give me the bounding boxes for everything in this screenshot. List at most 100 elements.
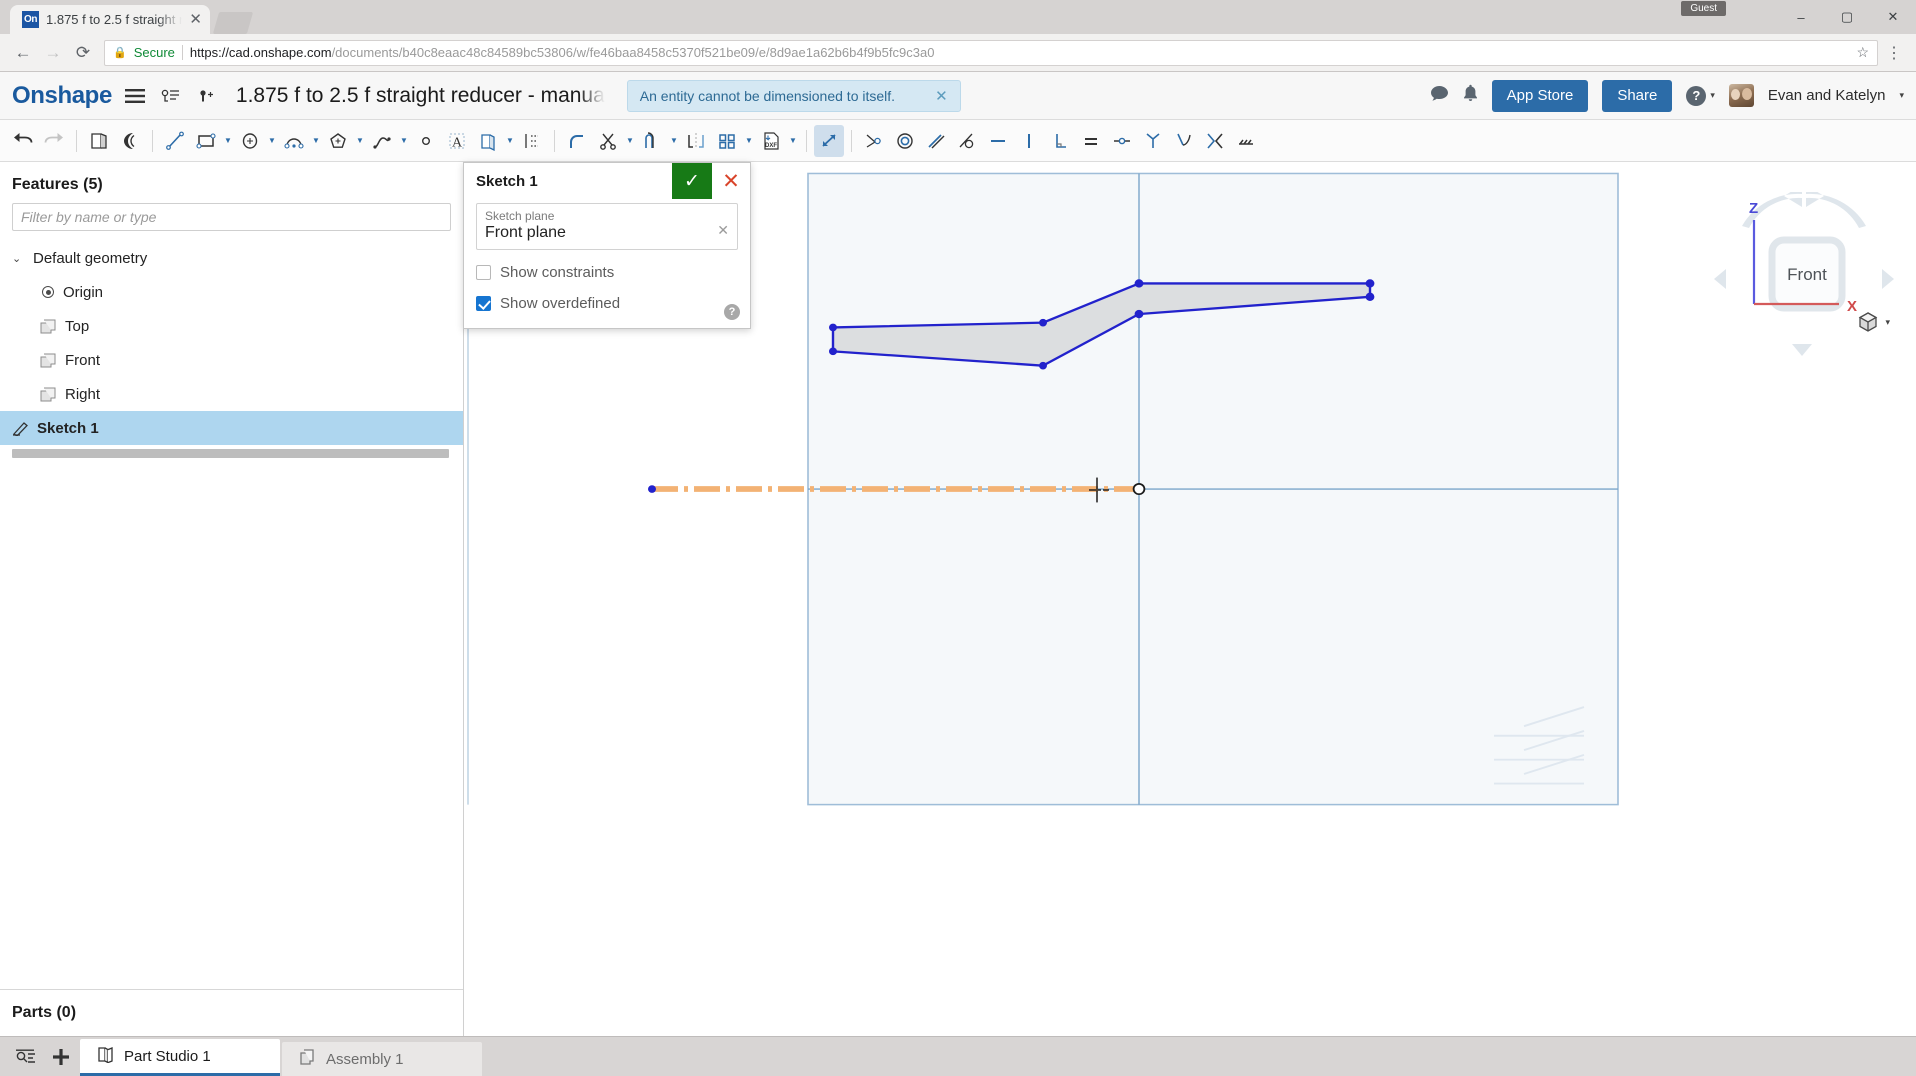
new-tab-button[interactable]: [212, 12, 254, 34]
share-button[interactable]: Share: [1602, 79, 1673, 112]
user-menu-chevron-icon[interactable]: ▾: [1899, 90, 1904, 101]
sketch-plane-field[interactable]: Sketch plane Front plane ✕: [476, 203, 738, 250]
cancel-button[interactable]: ✕: [712, 163, 750, 199]
concentric-constraint-icon[interactable]: [890, 125, 920, 157]
tree-item-top[interactable]: Top: [0, 309, 463, 343]
view-orientation-widget[interactable]: Front Z X: [1714, 185, 1894, 362]
document-tree-icon[interactable]: [158, 83, 184, 109]
chevron-down-icon[interactable]: ▼: [310, 136, 322, 145]
tangent-constraint-icon[interactable]: [952, 125, 982, 157]
spline-tool-icon[interactable]: [367, 125, 397, 157]
perpendicular-constraint-icon[interactable]: [1045, 125, 1075, 157]
chevron-down-icon[interactable]: ▼: [398, 136, 410, 145]
chevron-down-icon[interactable]: ▼: [787, 136, 799, 145]
clear-icon[interactable]: ✕: [717, 221, 729, 238]
arc-tool-icon[interactable]: [279, 125, 309, 157]
app-store-button[interactable]: App Store: [1491, 79, 1589, 112]
line-tool-icon[interactable]: [160, 125, 190, 157]
tree-item-sketch-1[interactable]: Sketch 1: [0, 411, 463, 445]
chevron-down-icon[interactable]: ⌄: [12, 252, 24, 265]
menu-hamburger-icon[interactable]: [122, 83, 148, 109]
forward-icon[interactable]: →: [40, 40, 66, 66]
onshape-logo[interactable]: Onshape: [12, 82, 112, 110]
construction-line-endpoint[interactable]: [648, 485, 656, 493]
undo-icon[interactable]: [8, 125, 38, 157]
chevron-down-icon[interactable]: ▼: [222, 136, 234, 145]
sketch-plane-label: Sketch plane: [485, 209, 555, 223]
bottom-tab-assembly-1[interactable]: Assembly 1: [282, 1042, 482, 1076]
show-constraints-checkbox[interactable]: Show constraints: [476, 264, 738, 281]
chevron-down-icon[interactable]: ▼: [504, 136, 516, 145]
extrude-icon[interactable]: [115, 125, 145, 157]
back-icon[interactable]: ←: [10, 40, 36, 66]
point-tool-icon[interactable]: [411, 125, 441, 157]
parallel-constraint-icon[interactable]: [1138, 125, 1168, 157]
horizontal-constraint-icon[interactable]: [983, 125, 1013, 157]
tree-item-right[interactable]: Right: [0, 377, 463, 411]
redo-icon[interactable]: [39, 125, 69, 157]
chevron-down-icon[interactable]: ▼: [354, 136, 366, 145]
document-title[interactable]: 1.875 f to 2.5 f straight reducer - manu…: [236, 84, 605, 108]
tab-search-icon[interactable]: [8, 1038, 42, 1076]
help-icon[interactable]: ?: [724, 304, 740, 320]
add-tab-button[interactable]: [44, 1038, 78, 1076]
import-dxf-icon[interactable]: DXF: [756, 125, 786, 157]
vertical-constraint-icon[interactable]: [1014, 125, 1044, 157]
tree-item-origin[interactable]: Origin: [0, 275, 463, 309]
close-icon[interactable]: ✕: [189, 12, 202, 27]
coincident-constraint-icon[interactable]: [859, 125, 889, 157]
address-bar[interactable]: 🔒 Secure https://cad.onshape.com/documen…: [104, 39, 1878, 66]
new-sketch-icon[interactable]: [84, 125, 114, 157]
midpoint-constraint-icon[interactable]: [1107, 125, 1137, 157]
display-mode-control[interactable]: ▾: [1856, 310, 1890, 334]
text-tool-icon[interactable]: A: [442, 125, 472, 157]
reload-icon[interactable]: ⟳: [70, 40, 96, 66]
browser-tab[interactable]: On 1.875 f to 2.5 f straight re ✕: [10, 5, 210, 34]
fillet-tool-icon[interactable]: [562, 125, 592, 157]
chevron-down-icon[interactable]: ▼: [266, 136, 278, 145]
dimension-tool-icon[interactable]: [517, 125, 547, 157]
checkbox-box: [476, 296, 491, 311]
notifications-bell-icon[interactable]: [1463, 84, 1478, 107]
avatar[interactable]: [1728, 84, 1754, 107]
guest-badge[interactable]: Guest: [1681, 1, 1726, 16]
show-overdefined-checkbox[interactable]: Show overdefined: [476, 295, 738, 312]
insert-feature-icon[interactable]: [194, 83, 220, 109]
construction-mode-icon[interactable]: [814, 124, 844, 157]
browser-menu-icon[interactable]: ⋮: [1882, 43, 1906, 63]
chevron-down-icon[interactable]: ▼: [624, 136, 636, 145]
tree-item-front[interactable]: Front: [0, 343, 463, 377]
user-name-label[interactable]: Evan and Katelyn: [1768, 87, 1886, 104]
use-project-icon[interactable]: [473, 125, 503, 157]
collinear-constraint-icon[interactable]: [921, 125, 951, 157]
confirm-button[interactable]: ✓: [672, 163, 712, 199]
sketch-origin-point[interactable]: [1132, 483, 1146, 496]
chevron-down-icon[interactable]: ▼: [668, 136, 680, 145]
plane-icon: [40, 353, 56, 368]
bottom-tab-part-studio-1[interactable]: Part Studio 1: [80, 1039, 280, 1076]
minimize-icon[interactable]: –: [1778, 0, 1824, 34]
rectangle-tool-icon[interactable]: [191, 125, 221, 157]
offset-tool-icon[interactable]: [637, 125, 667, 157]
fix-constraint-icon[interactable]: [1231, 125, 1261, 157]
mirror-tool-icon[interactable]: [681, 125, 711, 157]
bookmark-star-icon[interactable]: ☆: [1856, 44, 1869, 61]
trim-tool-icon[interactable]: [593, 125, 623, 157]
circle-tool-icon[interactable]: [235, 125, 265, 157]
tree-item-default-geometry[interactable]: ⌄ Default geometry: [0, 241, 463, 275]
normal-constraint-icon[interactable]: [1200, 125, 1230, 157]
help-menu[interactable]: ? ▾: [1686, 85, 1715, 106]
filter-input[interactable]: Filter by name or type: [12, 203, 451, 231]
lock-icon: 🔒: [113, 47, 127, 59]
maximize-icon[interactable]: ▢: [1824, 0, 1870, 34]
equal-constraint-icon[interactable]: [1076, 125, 1106, 157]
curvature-constraint-icon[interactable]: [1169, 125, 1199, 157]
linear-pattern-icon[interactable]: [712, 125, 742, 157]
toast-close-icon[interactable]: ✕: [935, 87, 948, 105]
comment-icon[interactable]: [1430, 85, 1449, 107]
rollback-bar[interactable]: [12, 449, 449, 458]
chevron-down-icon[interactable]: ▼: [743, 136, 755, 145]
polygon-tool-icon[interactable]: [323, 125, 353, 157]
chevron-down-icon[interactable]: ▾: [1885, 317, 1890, 328]
window-close-icon[interactable]: ✕: [1870, 0, 1916, 34]
